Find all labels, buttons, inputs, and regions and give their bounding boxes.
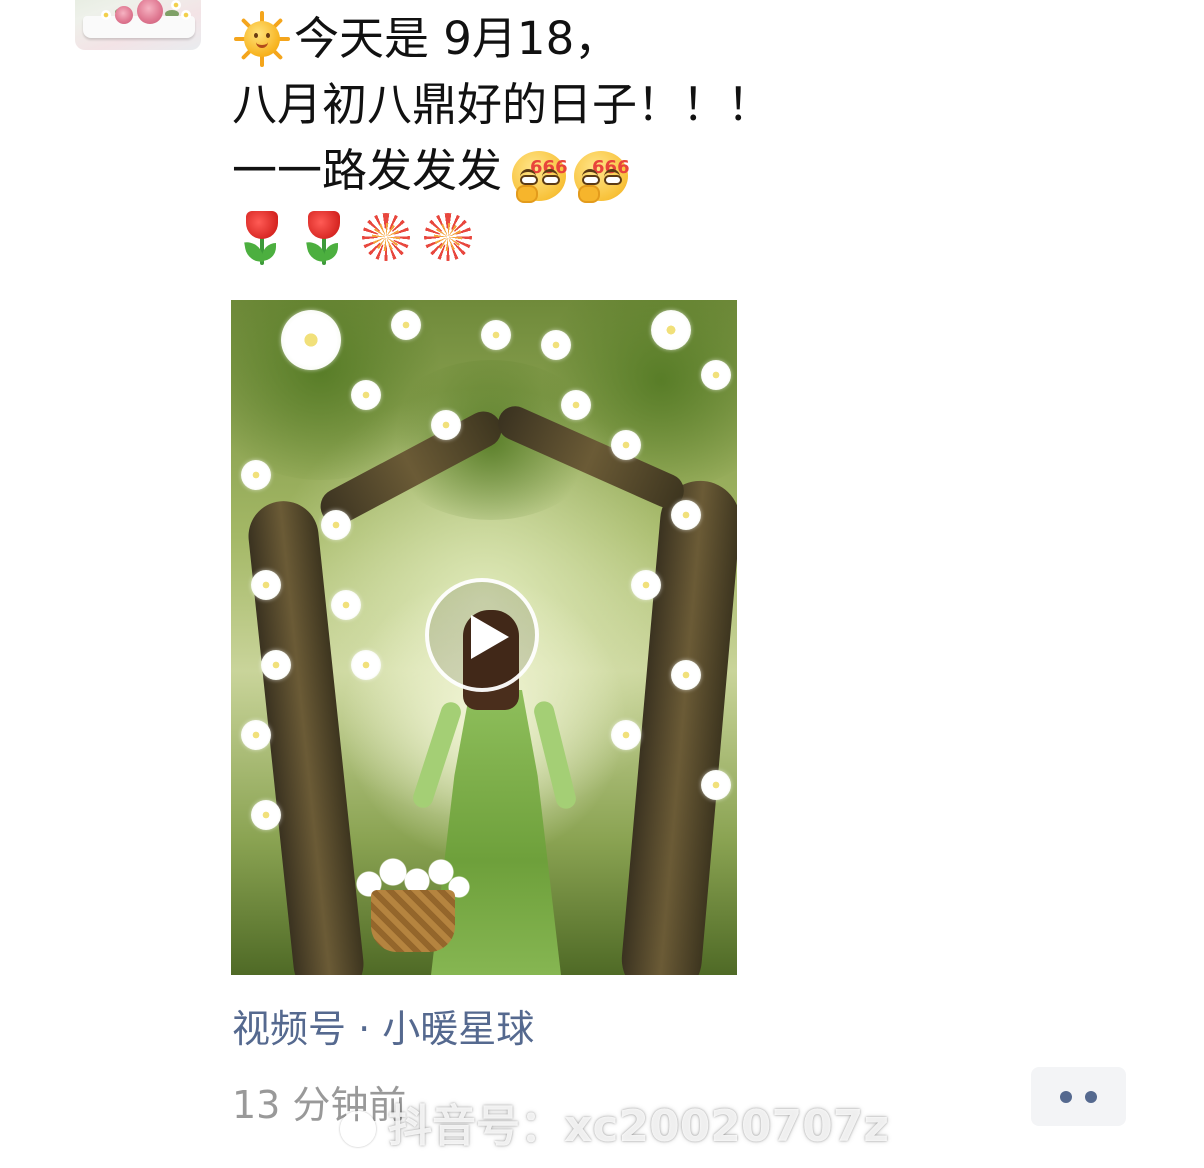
video-blossom [251, 570, 281, 600]
video-blossom [331, 590, 361, 620]
more-dots-icon [1060, 1091, 1072, 1103]
video-blossom [611, 720, 641, 750]
post-line-1: 今天是 9月18， [232, 6, 772, 72]
moments-post: 今天是 9月18， 八月初八鼎好的日子！！！ 一一路发发发 666 666 视频… [0, 0, 1204, 1168]
avatar-rose [115, 6, 133, 24]
video-blossom [351, 380, 381, 410]
sun-icon [232, 9, 292, 69]
video-blossom [261, 650, 291, 680]
avatar[interactable] [75, 0, 201, 50]
video-blossom [351, 650, 381, 680]
post-line-2: 八月初八鼎好的日子！！！ [232, 72, 772, 138]
video-blossom [671, 500, 701, 530]
video-thumbnail[interactable] [231, 300, 737, 975]
post-text: 今天是 9月18， 八月初八鼎好的日子！！！ 一一路发发发 666 666 [232, 6, 772, 270]
video-blossom [241, 720, 271, 750]
more-actions-button[interactable] [1031, 1067, 1126, 1126]
video-blossom [241, 460, 271, 490]
post-text-line-1: 今天是 9月18， [294, 12, 620, 65]
post-text-line-3: 一一路发发发 [232, 144, 503, 197]
post-line-4 [232, 204, 772, 270]
video-blossom [651, 310, 691, 350]
more-dots-icon [1085, 1091, 1097, 1103]
post-text-line-2: 八月初八鼎好的日子！！！ [232, 78, 773, 131]
avatar-daisy [181, 10, 191, 20]
douyin-logo-icon [340, 1111, 376, 1147]
666-face-icon: 666 [508, 141, 568, 203]
tulip-icon [232, 207, 292, 267]
avatar-daisy [101, 10, 111, 20]
play-icon [471, 615, 509, 659]
666-face-icon: 666 [570, 141, 630, 203]
avatar-daisy [171, 0, 181, 10]
video-blossom [281, 310, 341, 370]
video-blossom [631, 570, 661, 600]
tulip-icon [294, 207, 354, 267]
play-button[interactable] [425, 578, 539, 692]
post-line-3: 一一路发发发 666 666 [232, 138, 772, 204]
video-blossom [391, 310, 421, 340]
video-blossom [701, 360, 731, 390]
video-basket [371, 890, 455, 952]
video-blossom [701, 770, 731, 800]
watermark: 抖音号：xc20020707z [340, 1090, 889, 1154]
video-blossom [561, 390, 591, 420]
video-blossom [611, 430, 641, 460]
video-blossom [481, 320, 511, 350]
fireworks-icon [418, 207, 478, 267]
video-blossom [251, 800, 281, 830]
video-blossom [321, 510, 351, 540]
channel-link[interactable]: 视频号 · 小暖星球 [232, 998, 534, 1053]
watermark-text: 抖音号：xc20020707z [388, 1101, 889, 1152]
fireworks-icon [356, 207, 416, 267]
video-blossom [431, 410, 461, 440]
video-blossom [541, 330, 571, 360]
video-blossom [671, 660, 701, 690]
